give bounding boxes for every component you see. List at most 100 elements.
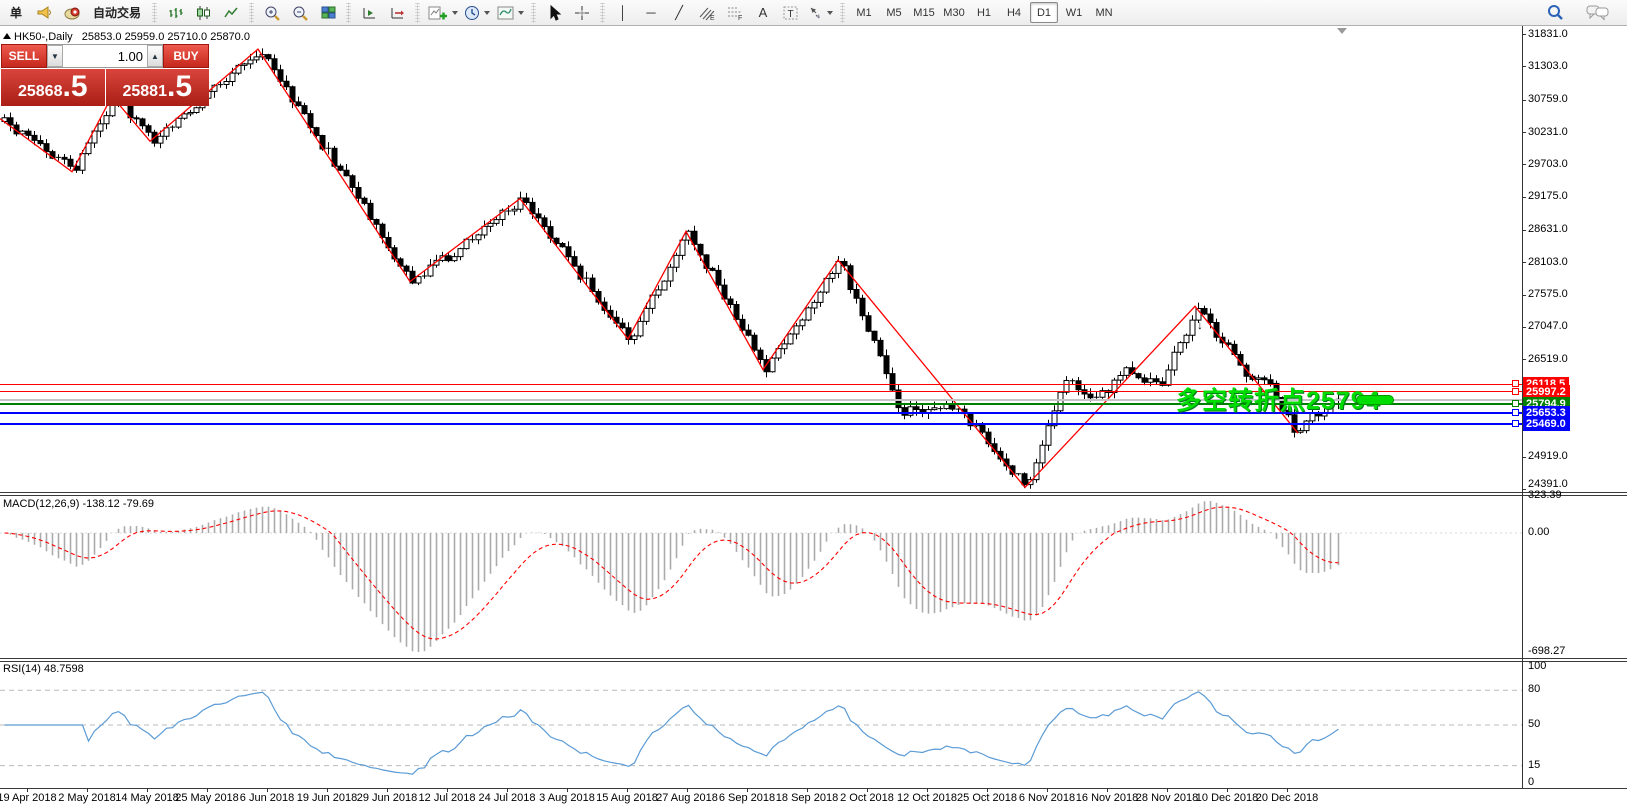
zoom-in-icon[interactable] (258, 1, 286, 24)
date-tick-mark (447, 788, 448, 792)
dropdown-caret (452, 11, 458, 15)
buy-price-frac: .5 (167, 72, 192, 102)
date-tick-mark (207, 788, 208, 792)
horn-icon[interactable] (30, 1, 58, 24)
annotation-arrow (1356, 395, 1394, 405)
crosshair-icon[interactable] (568, 1, 596, 24)
date-tick-label: 25 Oct 2018 (957, 792, 1017, 804)
fibonacci-icon[interactable]: F (721, 1, 749, 24)
timeframe-button-m5[interactable]: M5 (880, 2, 908, 23)
autotrading-icon[interactable] (58, 1, 86, 24)
buy-button[interactable]: BUY (163, 44, 209, 68)
zoom-out-icon[interactable] (286, 1, 314, 24)
line-anchor-square (1512, 409, 1519, 416)
timeframe-button-m1[interactable]: M1 (850, 2, 878, 23)
new-order-button[interactable]: 单 (2, 1, 30, 24)
date-tick-label: 3 Aug 2018 (539, 792, 595, 804)
chat-icon[interactable] (1583, 1, 1613, 24)
line-chart-icon[interactable] (217, 1, 245, 24)
date-axis-border (0, 788, 1627, 789)
buy-price[interactable]: 25881 .5 (106, 69, 210, 106)
text-icon[interactable]: A (749, 1, 777, 24)
timeframe-button-h1[interactable]: H1 (970, 2, 998, 23)
periods-icon[interactable] (461, 1, 493, 24)
arrows-icon[interactable] (805, 1, 836, 24)
rsi-level-label-100: 100 (1528, 660, 1546, 672)
volume-decrease-button[interactable]: ▼ (47, 45, 63, 67)
toolbar-separator (152, 3, 157, 23)
horizontal-line-25469.0[interactable] (0, 423, 1522, 425)
macd-scale-max: 323.39 (1528, 489, 1562, 501)
auto-scroll-icon[interactable] (355, 1, 383, 24)
indicators-icon[interactable] (424, 1, 461, 24)
templates-icon[interactable] (493, 1, 527, 24)
date-tick-label: 6 Nov 2018 (1019, 792, 1075, 804)
date-tick-mark (747, 788, 748, 792)
date-tick-label: 19 Apr 2018 (0, 792, 57, 804)
toolbar-separator (415, 3, 420, 23)
date-tick-label: 12 Oct 2018 (897, 792, 957, 804)
trendline-icon[interactable]: ╱ (665, 1, 693, 24)
date-tick-label: 2 Oct 2018 (840, 792, 894, 804)
price-tick-label: 31831.0 (1528, 28, 1568, 40)
autotrading-button[interactable]: 自动交易 (86, 1, 148, 24)
date-tick-label: 6 Sep 2018 (719, 792, 775, 804)
timeframe-button-mn[interactable]: MN (1090, 2, 1118, 23)
label-icon[interactable]: T (777, 1, 805, 24)
sell-signal-arrow-icon: ↓ (1197, 318, 1203, 332)
date-tick-mark (267, 788, 268, 792)
rsi-label: RSI(14) 48.7598 (3, 663, 84, 675)
timeframe-button-h4[interactable]: H4 (1000, 2, 1028, 23)
date-tick-mark (27, 788, 28, 792)
price-tick-mark (1522, 262, 1526, 263)
date-tick-mark (627, 788, 628, 792)
price-tick-mark (1522, 100, 1526, 101)
price-tick-label: 24391.0 (1528, 478, 1568, 490)
price-tick-label: 28103.0 (1528, 256, 1568, 268)
toolbar-separator (346, 3, 351, 23)
timeframe-button-m15[interactable]: M15 (910, 2, 938, 23)
date-tick-mark (927, 788, 928, 792)
horizontal-line-icon[interactable]: ─ (637, 1, 665, 24)
cursor-icon[interactable] (540, 1, 568, 24)
date-tick-label: 10 Dec 2018 (1196, 792, 1258, 804)
date-tick-mark (1047, 788, 1048, 792)
macd-label: MACD(12,26,9) -138.12 -79.69 (3, 498, 154, 510)
date-tick-mark (567, 788, 568, 792)
date-tick-label: 2 May 2018 (58, 792, 115, 804)
bars-chart-icon[interactable] (161, 1, 189, 24)
price-tick-mark (1522, 489, 1526, 490)
timeframe-button-d1[interactable]: D1 (1030, 2, 1058, 23)
macd-histogram (5, 501, 1339, 652)
timeframe-button-m30[interactable]: M30 (940, 2, 968, 23)
date-tick-mark (987, 788, 988, 792)
search-icon[interactable] (1541, 1, 1569, 24)
timeframe-button-w1[interactable]: W1 (1060, 2, 1088, 23)
price-tick-label: 30759.0 (1528, 93, 1568, 105)
line-anchor-square (1512, 420, 1519, 427)
candlestick-chart-icon[interactable] (189, 1, 217, 24)
price-tick-label: 27047.0 (1528, 320, 1568, 332)
date-tick-mark (867, 788, 868, 792)
date-tick-label: 6 Jun 2018 (240, 792, 294, 804)
price-tick-mark (1522, 359, 1526, 360)
sell-price[interactable]: 25868 .5 (1, 69, 105, 106)
date-tick-mark (327, 788, 328, 792)
price-line-tag: 25469.0 (1523, 417, 1570, 431)
volume-increase-button[interactable]: ▲ (147, 45, 163, 67)
vertical-line-icon[interactable]: │ (609, 1, 637, 24)
mt4-window: 单 自动交易 (0, 0, 1627, 810)
date-tick-label: 24 Jul 2018 (479, 792, 536, 804)
macd-pane-canvas[interactable] (0, 495, 1522, 658)
volume-value[interactable]: 1.00 (63, 45, 147, 67)
date-tick-mark (687, 788, 688, 792)
date-tick-label: 12 Jul 2018 (419, 792, 476, 804)
channel-icon[interactable]: E (693, 1, 721, 24)
rsi-pane-canvas[interactable] (0, 661, 1522, 788)
volume-spinner: ▼ 1.00 ▲ (47, 44, 163, 68)
tile-windows-icon[interactable] (314, 1, 342, 24)
svg-text:E: E (710, 15, 715, 21)
sell-button[interactable]: SELL (1, 44, 47, 68)
rsi-level-label-15: 15 (1528, 759, 1540, 771)
chart-shift-icon[interactable] (383, 1, 411, 24)
